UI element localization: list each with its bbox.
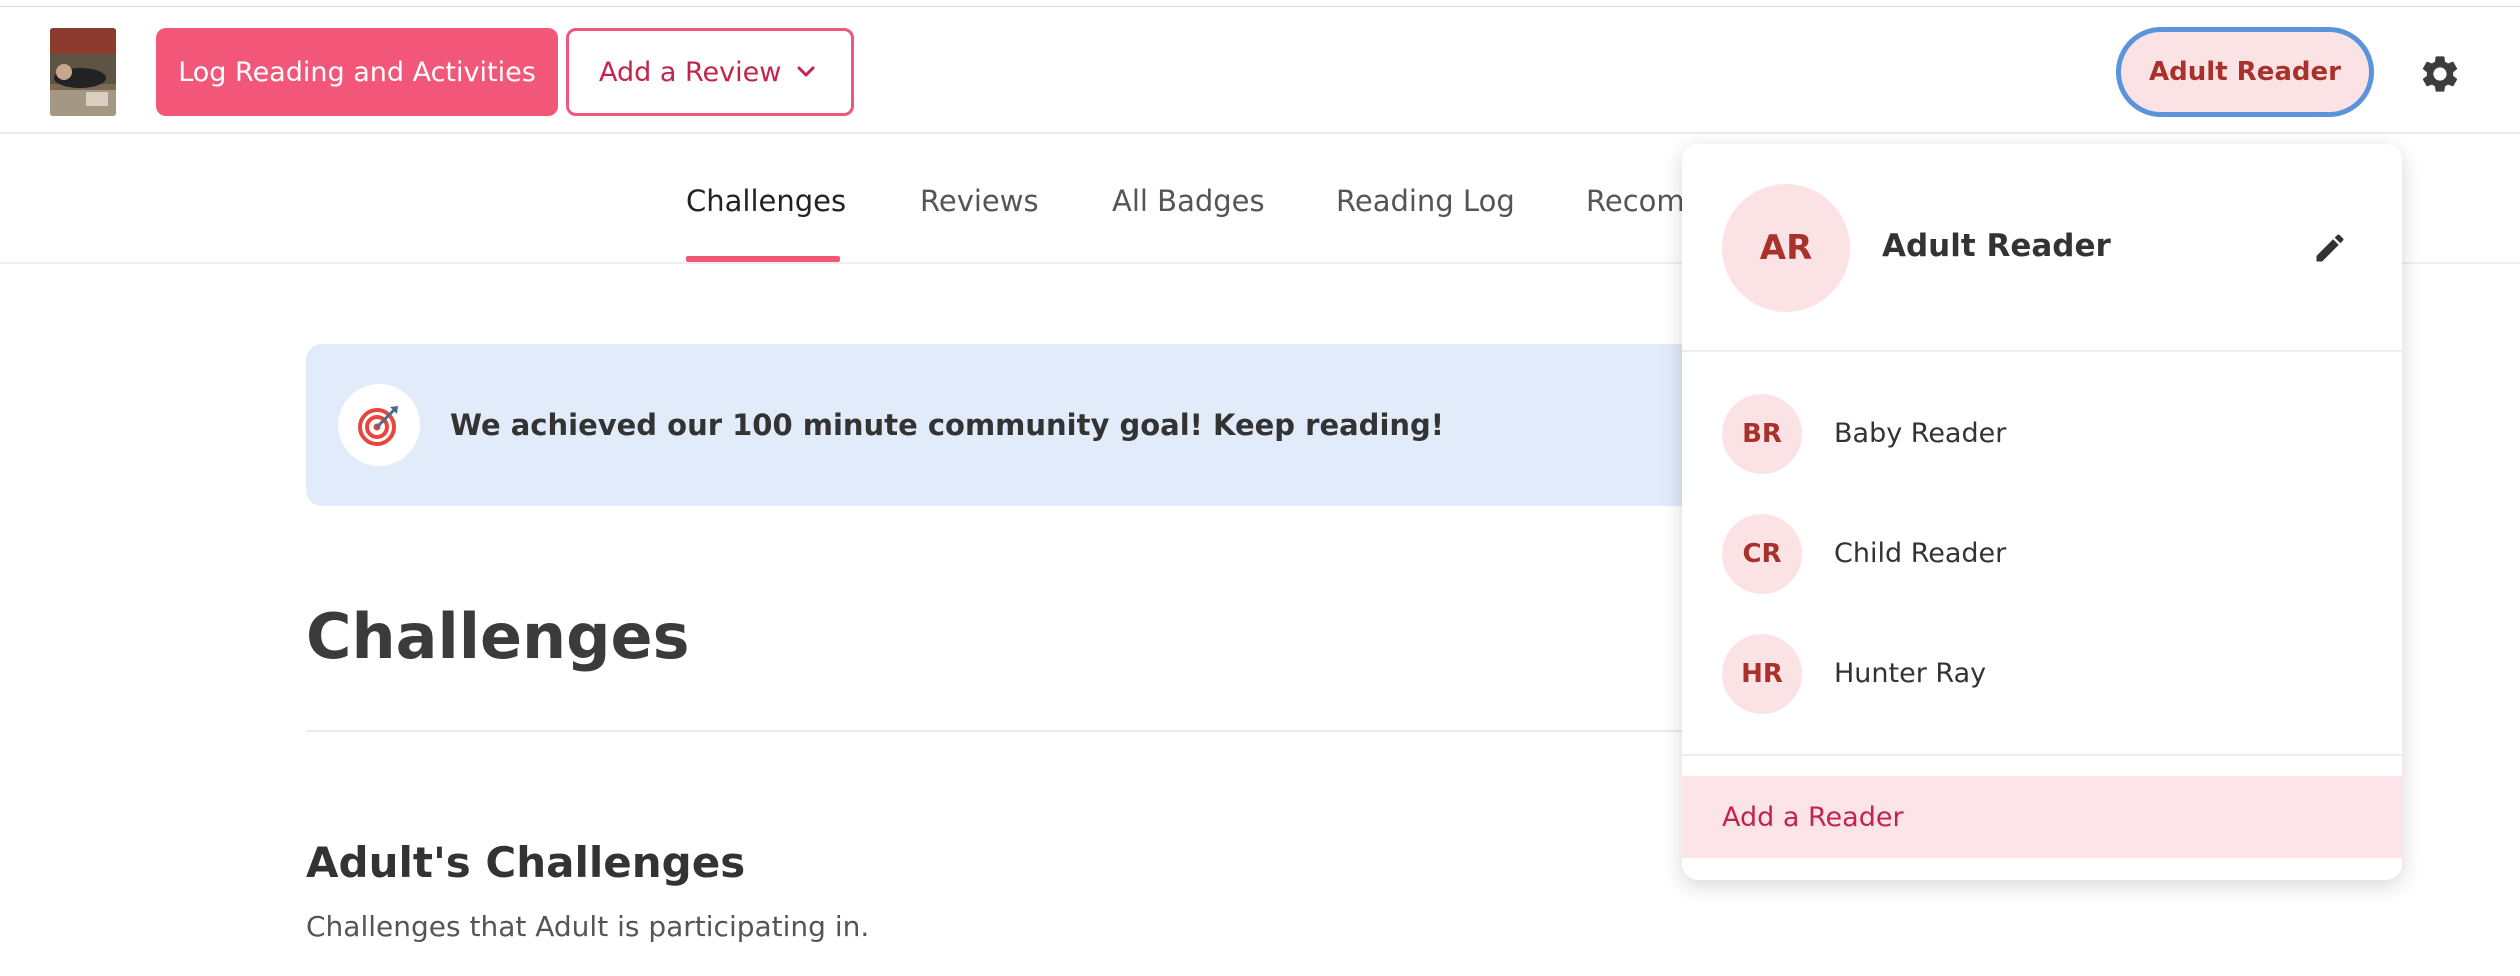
add-review-dropdown-button[interactable]: Add a Review [566, 28, 854, 116]
current-reader-card: AR Adult Reader [1682, 144, 2402, 352]
reader-option-child[interactable]: CR Child Reader [1682, 506, 2402, 602]
reader-switcher-label: Adult Reader [2149, 57, 2341, 87]
active-tab-indicator [686, 256, 840, 262]
reader-option-baby[interactable]: BR Baby Reader [1682, 386, 2402, 482]
menu-divider [1682, 754, 2402, 756]
tab-challenges[interactable]: Challenges [686, 184, 846, 218]
reader-switcher-button[interactable]: Adult Reader [2116, 27, 2374, 117]
log-reading-button[interactable]: Log Reading and Activities [156, 28, 558, 116]
gear-icon[interactable] [2418, 52, 2462, 96]
reader-option-hunter[interactable]: HR Hunter Ray [1682, 626, 2402, 722]
library-logo[interactable] [50, 28, 116, 116]
app-header: Log Reading and Activities Add a Review … [0, 8, 2520, 134]
reader-name: Child Reader [1834, 538, 2007, 569]
reader-name: Hunter Ray [1834, 658, 1987, 689]
banner-icon-circle [338, 384, 420, 466]
add-review-label: Add a Review [599, 56, 782, 88]
reader-switcher-menu: AR Adult Reader BR Baby Reader CR Child … [1682, 144, 2402, 880]
avatar-initials: HR [1741, 659, 1783, 689]
avatar: BR [1722, 394, 1802, 474]
chevron-down-icon [797, 66, 815, 77]
reader-name: Baby Reader [1834, 418, 2007, 449]
avatar: HR [1722, 634, 1802, 714]
tab-all-badges[interactable]: All Badges [1112, 184, 1265, 218]
avatar: AR [1722, 184, 1850, 312]
banner-message: We achieved our 100 minute community goa… [450, 408, 1445, 442]
avatar-initials: BR [1742, 419, 1782, 449]
avatar: CR [1722, 514, 1802, 594]
section-title: Adult's Challenges [306, 838, 746, 887]
browser-top-edge [0, 0, 2520, 7]
tab-reviews[interactable]: Reviews [920, 184, 1039, 218]
current-reader-name: Adult Reader [1882, 228, 2111, 264]
tab-recommendations[interactable]: Recom [1586, 184, 1685, 218]
section-description: Challenges that Adult is participating i… [306, 910, 870, 943]
page-title: Challenges [306, 600, 690, 673]
pencil-icon[interactable] [2312, 230, 2348, 266]
tab-reading-log[interactable]: Reading Log [1336, 184, 1515, 218]
avatar-initials: AR [1759, 228, 1813, 268]
add-reader-button[interactable]: Add a Reader [1682, 776, 2402, 858]
log-reading-label: Log Reading and Activities [178, 56, 536, 88]
add-reader-label: Add a Reader [1722, 801, 1904, 833]
avatar-initials: CR [1742, 539, 1782, 569]
target-icon [358, 406, 398, 446]
